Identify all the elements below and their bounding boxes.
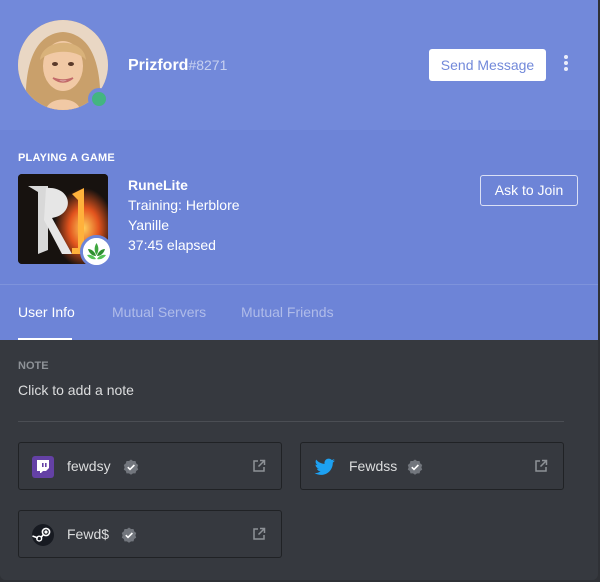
divider (18, 421, 564, 422)
steam-icon (31, 523, 55, 547)
verified-icon (407, 459, 423, 475)
twitch-icon (31, 455, 55, 479)
game-elapsed: 37:45 elapsed (128, 237, 216, 253)
tab-user-info[interactable]: User Info (18, 304, 75, 320)
game-badge-icon (80, 235, 113, 268)
tab-mutual-friends[interactable]: Mutual Friends (241, 304, 334, 320)
connection-name: fewdsy (67, 458, 111, 474)
external-link-icon[interactable] (251, 526, 267, 542)
connection-twitch[interactable]: fewdsy (18, 442, 282, 490)
connection-steam[interactable]: Fewd$ (18, 510, 282, 558)
user-info-panel: NOTE Click to add a note fewdsy Fewdss F… (0, 340, 598, 580)
twitter-icon (313, 455, 337, 479)
verified-icon (123, 459, 139, 475)
external-link-icon[interactable] (533, 458, 549, 474)
avatar[interactable] (18, 20, 110, 110)
discriminator: #8271 (188, 57, 228, 73)
external-link-icon[interactable] (251, 458, 267, 474)
online-status-indicator (88, 88, 110, 110)
activity-section: PLAYING A GAME RuneLite Training: Herblo… (0, 130, 598, 340)
game-details-line: Training: Herblore (128, 197, 240, 213)
connection-twitter[interactable]: Fewdss (300, 442, 564, 490)
connection-name: Fewd$ (67, 526, 110, 542)
game-name: RuneLite (128, 177, 188, 193)
username: Prizford (128, 57, 189, 74)
ask-to-join-button[interactable]: Ask to Join (480, 175, 578, 206)
more-options-icon[interactable] (558, 55, 574, 75)
connection-name: Fewdss (349, 458, 398, 474)
note-input[interactable]: Click to add a note (18, 382, 134, 398)
note-label: NOTE (18, 360, 49, 372)
profile-tabs: User Info Mutual Servers Mutual Friends (0, 284, 598, 340)
user-tag: Prizford#8271 (128, 55, 227, 75)
tab-mutual-servers[interactable]: Mutual Servers (112, 304, 206, 320)
activity-title: PLAYING A GAME (18, 152, 115, 164)
user-profile-modal: Prizford#8271 Send Message PLAYING A GAM… (0, 0, 598, 580)
verified-icon (121, 527, 137, 543)
game-state-line: Yanille (128, 217, 169, 233)
game-details: RuneLite Training: Herblore Yanille 37:4… (128, 175, 240, 255)
profile-header: Prizford#8271 Send Message (0, 0, 598, 130)
send-message-button[interactable]: Send Message (429, 49, 546, 81)
